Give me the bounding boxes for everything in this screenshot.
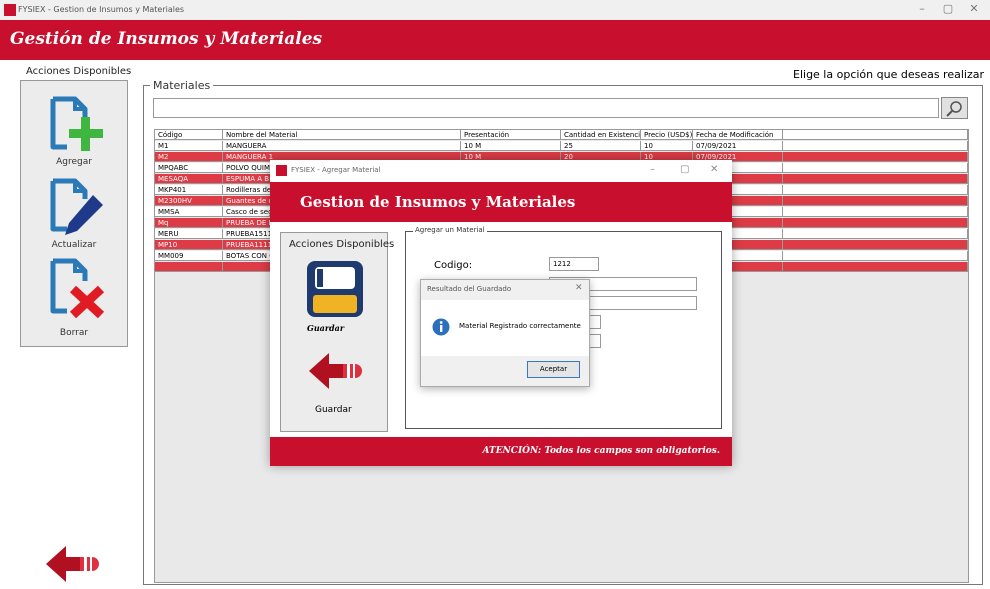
- table-row-cell: 10: [641, 141, 693, 151]
- dialog-sidebar: Acciones Disponibles Guardar Guardar: [280, 232, 394, 432]
- table-row-cell: MP10: [155, 240, 223, 250]
- sidebar: Agregar Actualizar Borrar: [20, 80, 128, 347]
- table-header-cell: Nombre del Material: [223, 130, 461, 140]
- accept-button[interactable]: Aceptar: [527, 361, 580, 378]
- table-row-cell: [783, 207, 968, 217]
- back-arrow-icon: [46, 546, 99, 582]
- table-row-cell: 07/09/2021: [693, 141, 783, 151]
- table-row-cell: M2300HV: [155, 196, 223, 206]
- search-icon: [946, 101, 962, 117]
- save-button[interactable]: [305, 259, 365, 319]
- dialog-banner: Gestion de Insumos y Materiales: [270, 182, 732, 222]
- table-header-cell: Cantidad en Existencia: [561, 130, 641, 140]
- table-row-cell: [783, 196, 968, 206]
- required-notice: ATENCIÓN: Todos los campos son obligator…: [482, 446, 721, 456]
- table-row-cell: MM009: [155, 251, 223, 261]
- close-icon[interactable]: ✕: [964, 2, 984, 15]
- dialog-footer: ATENCIÓN: Todos los campos son obligator…: [270, 437, 732, 466]
- codigo-field[interactable]: 1212: [549, 257, 599, 271]
- floppy-disk-icon: [307, 261, 363, 317]
- file-delete-icon: [50, 258, 105, 319]
- table-row-cell: [783, 262, 968, 272]
- delete-button[interactable]: [45, 253, 107, 319]
- codigo-label: Codigo:: [434, 260, 473, 271]
- table-header[interactable]: Código Nombre del Material Presentación Can…: [155, 130, 968, 140]
- dialog-title-bar: FYSIEX - Agregar Material – ▢ ✕: [270, 160, 732, 182]
- dialog-title: FYSIEX - Agregar Material: [291, 166, 381, 174]
- sidebar-heading: Acciones Disponibles: [26, 66, 132, 77]
- table-row[interactable]: M1 MANGUERA 10 M 25 10 07/09/2021: [155, 141, 968, 151]
- search-button[interactable]: [941, 97, 968, 119]
- save-label: Guardar: [307, 323, 345, 333]
- table-header-cell: Fecha de Modificación: [693, 130, 783, 140]
- table-row-cell: [783, 163, 968, 173]
- table-header-cell: [783, 130, 968, 140]
- add-label: Agregar: [56, 157, 92, 167]
- table-row-cell: Mq: [155, 218, 223, 228]
- maximize-icon[interactable]: ▢: [938, 2, 958, 15]
- dialog-minimize-icon[interactable]: –: [650, 164, 655, 175]
- app-icon: [4, 4, 16, 16]
- back-arrow-icon: [309, 353, 362, 389]
- dialog-sidebar-heading: Acciones Disponibles: [289, 239, 395, 250]
- delete-label: Borrar: [59, 328, 89, 338]
- info-icon: [432, 318, 450, 336]
- table-header-cell: Código: [155, 130, 223, 140]
- dialog-maximize-icon[interactable]: ▢: [680, 164, 689, 175]
- save-result-messagebox: Resultado del Guardado ✕ Material Regist…: [420, 279, 590, 387]
- table-row-cell: 10 M: [461, 141, 561, 151]
- window-title-bar: FYSIEX - Gestion de Insumos y Materiales…: [0, 0, 990, 20]
- table-row-cell: MANGUERA: [223, 141, 461, 151]
- table-row-cell: [783, 240, 968, 250]
- table-header-cell: Precio (USD$): [641, 130, 693, 140]
- dialog-banner-title: Gestion de Insumos y Materiales: [300, 193, 576, 211]
- table-row-cell: [783, 185, 968, 195]
- file-edit-icon: [50, 178, 103, 235]
- messagebox-body: Material Registrado correctamente: [421, 300, 589, 356]
- add-button[interactable]: [45, 91, 107, 157]
- table-row-cell: MPQABC: [155, 163, 223, 173]
- back-button[interactable]: [44, 544, 106, 584]
- minimize-icon[interactable]: –: [912, 2, 932, 15]
- table-row-cell: [783, 251, 968, 261]
- header-banner: Gestión de Insumos y Materiales: [0, 20, 990, 60]
- update-label: Actualizar: [51, 240, 97, 250]
- back-label: Guardar: [315, 405, 352, 415]
- update-button[interactable]: [45, 173, 107, 237]
- table-row-cell: 25: [561, 141, 641, 151]
- messagebox-text: Material Registrado correctamente: [459, 322, 581, 330]
- dialog-back-button[interactable]: [307, 351, 369, 391]
- table-row-cell: M1: [155, 141, 223, 151]
- dialog-app-icon: [276, 165, 287, 176]
- materials-legend: Materiales: [150, 79, 214, 92]
- window-title: FYSIEX - Gestion de Insumos y Materiales: [18, 5, 185, 14]
- messagebox-close-icon[interactable]: ✕: [575, 283, 583, 293]
- table-row-cell: MESAQA: [155, 174, 223, 184]
- table-row-cell: [783, 229, 968, 239]
- table-row-cell: [783, 141, 968, 151]
- table-row-cell: M2: [155, 152, 223, 162]
- table-header-cell: Presentación: [461, 130, 561, 140]
- table-row-cell: [783, 152, 968, 162]
- table-row-cell: MKP401: [155, 185, 223, 195]
- file-add-icon: [50, 96, 103, 151]
- dialog-close-icon[interactable]: ✕: [710, 164, 718, 175]
- search-input[interactable]: [153, 98, 939, 118]
- table-row-cell: MERU: [155, 229, 223, 239]
- messagebox-title: Resultado del Guardado: [427, 285, 512, 293]
- table-row-cell: [783, 218, 968, 228]
- table-row-cell: [783, 174, 968, 184]
- form-legend: Agregar un Material: [413, 226, 487, 234]
- table-row-cell: MMSA: [155, 207, 223, 217]
- page-title: Gestión de Insumos y Materiales: [10, 29, 323, 49]
- table-row-cell: [155, 262, 223, 272]
- instruction-text: Elige la opción que deseas realizar: [793, 68, 984, 81]
